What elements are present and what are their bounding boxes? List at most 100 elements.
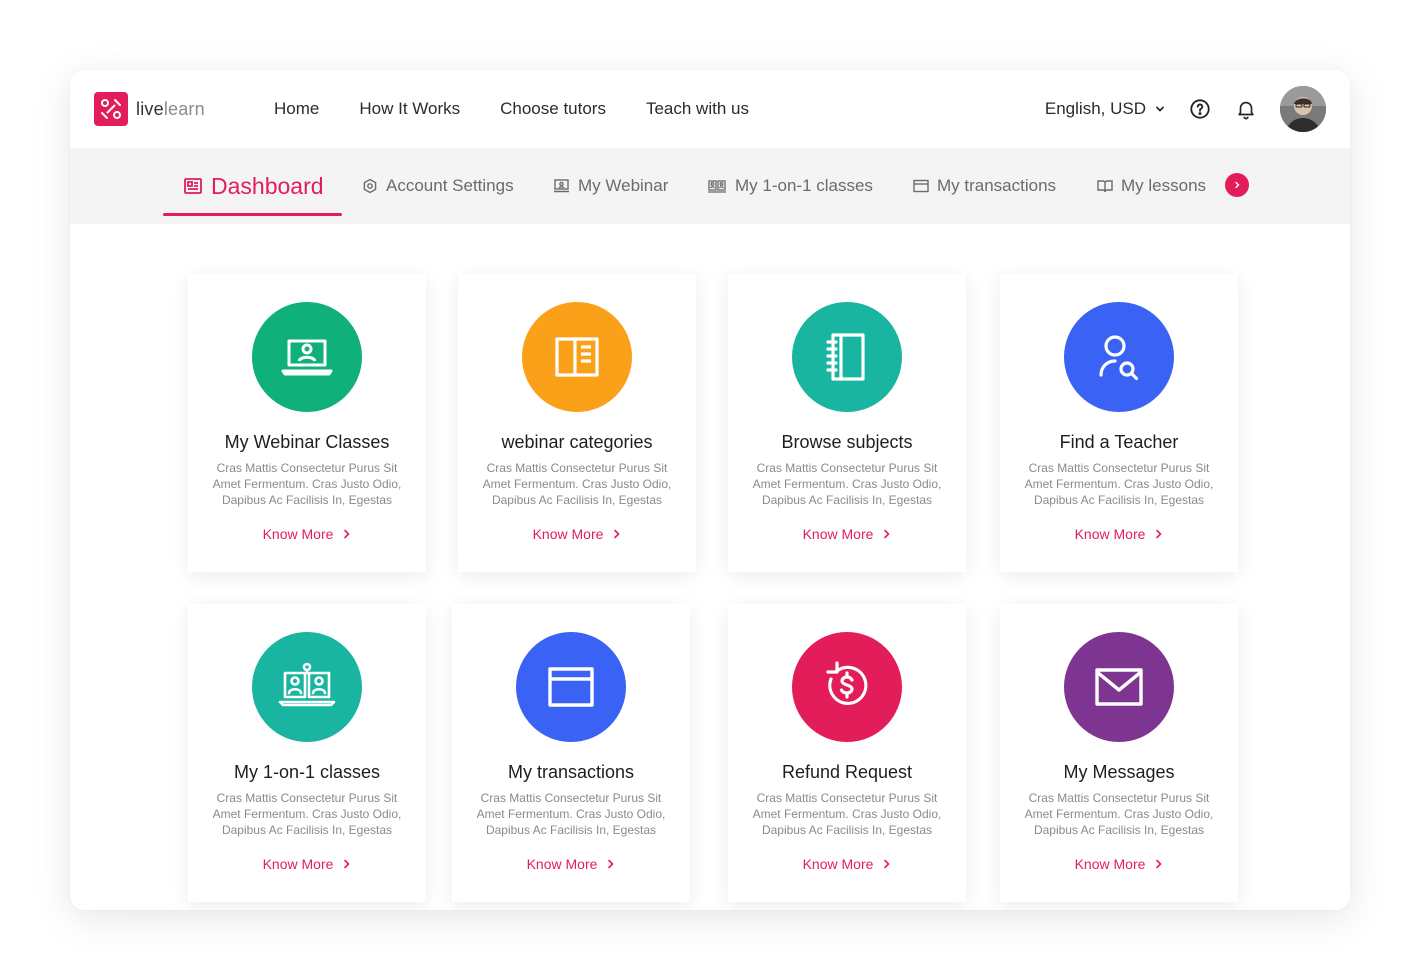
bell-icon[interactable] [1234,97,1258,121]
know-more-link[interactable]: Know More [452,856,690,872]
help-icon[interactable] [1188,97,1212,121]
chevron-down-icon [1156,106,1164,112]
card-icon-circle [252,302,362,412]
card-title: My transactions [507,762,635,782]
card-icon-circle [792,302,902,412]
dashboard-icon [184,178,202,194]
card-icon-circle [522,302,632,412]
dashboard-tabs: Dashboard Account Settings My Webinar My… [70,148,1350,224]
card-description: Cras Mattis Consectetur Purus Sit Amet F… [1024,461,1214,507]
card-my-webinar-classes[interactable]: My Webinar Classes Cras Mattis Consectet… [188,274,426,572]
one-on-one-icon [278,662,336,707]
know-more-link[interactable]: Know More [458,526,696,542]
logo[interactable]: livelearn [94,92,205,126]
card-icon [913,179,929,193]
locale-select[interactable]: English, USD [1045,99,1166,119]
tab-my-webinar-label: My Webinar [578,176,669,195]
chevron-right-icon [614,529,621,539]
card-description: Cras Mattis Consectetur Purus Sit Amet F… [212,791,402,837]
know-more-label: Know More [526,856,598,872]
nav-choose-tutors[interactable]: Choose tutors [500,99,606,119]
know-more-label: Know More [262,856,334,872]
tab-my-1-on-1-classes-label: My 1-on-1 classes [735,176,873,195]
card-title: My Messages [1063,762,1175,782]
card-my-transactions[interactable]: My transactions Cras Mattis Consectetur … [452,604,690,902]
know-more-label: Know More [532,526,604,542]
notebook-icon [826,333,865,381]
tab-account-settings[interactable]: Account Settings [362,148,514,224]
card-icon-circle [792,632,902,742]
layout-icon [555,337,599,377]
card-description: Cras Mattis Consectetur Purus Sit Amet F… [482,461,672,507]
main-nav: Home How It Works Choose tutors Teach wi… [274,70,749,148]
tab-my-lessons[interactable]: My lessons [1097,148,1206,224]
card-icon-circle [516,632,626,742]
card-icon-circle [1064,632,1174,742]
avatar[interactable] [1280,86,1326,132]
card-title: Find a Teacher [1059,432,1179,452]
nav-teach-with-us[interactable]: Teach with us [646,99,749,119]
card-icon-circle [1064,302,1174,412]
know-more-label: Know More [262,526,334,542]
logo-mark-icon [94,92,128,126]
app-window: livelearn Home How It Works Choose tutor… [70,70,1350,910]
nav-how-it-works[interactable]: How It Works [359,99,460,119]
logo-text-light: learn [163,98,205,119]
card-title: Refund Request [781,762,913,782]
header-actions: English, USD [1045,70,1326,148]
chevron-right-icon [884,859,891,869]
chevron-right-icon [884,529,891,539]
chevron-right-icon [344,529,351,539]
card-title: webinar categories [501,432,653,452]
nav-home[interactable]: Home [274,99,319,119]
laptop-user-icon [281,339,333,376]
chevron-right-icon [344,859,351,869]
logo-text: livelearn [136,99,205,120]
tab-account-settings-label: Account Settings [386,176,514,195]
classes-icon [708,180,726,193]
webinar-icon [554,179,569,193]
card-my-messages[interactable]: My Messages Cras Mattis Consectetur Puru… [1000,604,1238,902]
settings-icon [363,178,377,194]
card-my-1-on-1-classes[interactable]: My 1-on-1 classes Cras Mattis Consectetu… [188,604,426,902]
chevron-right-icon [1235,181,1240,189]
card-title: Browse subjects [781,432,913,452]
know-more-label: Know More [802,526,874,542]
card-description: Cras Mattis Consectetur Purus Sit Amet F… [212,461,402,507]
logo-text-bold: live [136,98,164,119]
card-title: My Webinar Classes [224,432,390,452]
tab-my-lessons-label: My lessons [1121,176,1207,195]
know-more-link[interactable]: Know More [1000,856,1238,872]
tab-dashboard-label: Dashboard [211,172,324,199]
tab-my-1-on-1-classes[interactable]: My 1-on-1 classes [707,148,873,224]
know-more-label: Know More [1074,856,1146,872]
tab-dashboard[interactable]: Dashboard [163,148,342,224]
card-find-a-teacher[interactable]: Find a Teacher Cras Mattis Consectetur P… [1000,274,1238,572]
locale-label: English, USD [1044,99,1146,118]
card-icon [548,667,594,707]
user-search-icon [1099,335,1139,381]
card-description: Cras Mattis Consectetur Purus Sit Amet F… [476,791,666,837]
know-more-label: Know More [802,856,874,872]
card-description: Cras Mattis Consectetur Purus Sit Amet F… [752,461,942,507]
know-more-link[interactable]: Know More [1000,526,1238,542]
card-description: Cras Mattis Consectetur Purus Sit Amet F… [1024,791,1214,837]
tabs-scroll-right-button[interactable] [1225,173,1249,197]
dashboard-cards: My Webinar Classes Cras Mattis Consectet… [70,224,1350,910]
tab-my-webinar[interactable]: My Webinar [553,148,668,224]
book-icon [1097,180,1113,193]
know-more-link[interactable]: Know More [188,526,426,542]
know-more-link[interactable]: Know More [728,526,966,542]
card-title: My 1-on-1 classes [233,762,381,782]
card-icon-circle [252,632,362,742]
tab-my-transactions[interactable]: My transactions [913,148,1056,224]
know-more-label: Know More [1074,526,1146,542]
chevron-right-icon [1156,859,1163,869]
know-more-link[interactable]: Know More [728,856,966,872]
chevron-right-icon [608,859,615,869]
card-webinar-categories[interactable]: webinar categories Cras Mattis Consectet… [458,274,696,572]
card-browse-subjects[interactable]: Browse subjects Cras Mattis Consectetur … [728,274,966,572]
refund-icon [826,661,868,705]
know-more-link[interactable]: Know More [188,856,426,872]
card-refund-request[interactable]: Refund Request Cras Mattis Consectetur P… [728,604,966,902]
